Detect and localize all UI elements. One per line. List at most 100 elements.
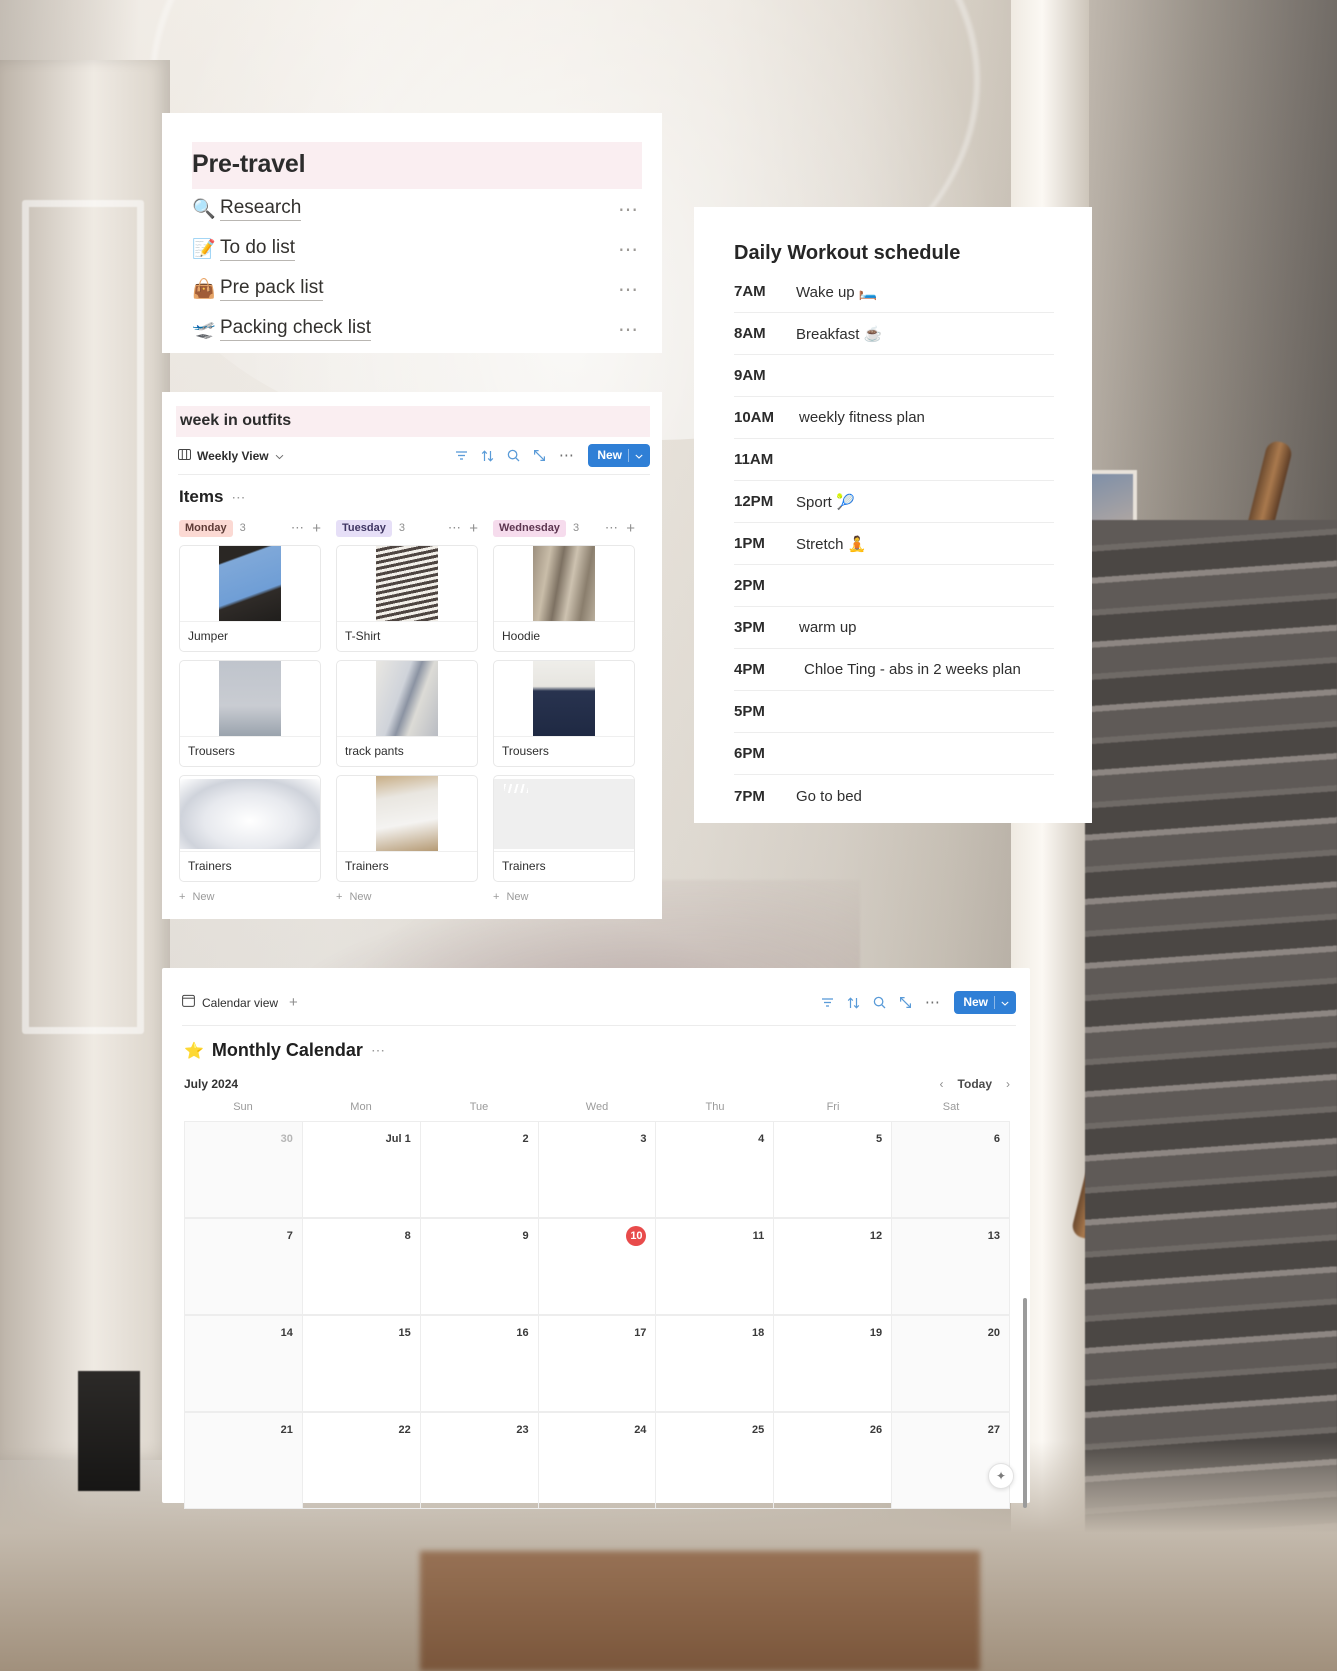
- outfit-card[interactable]: Trousers: [179, 660, 321, 767]
- outfits-title-band: week in outfits: [176, 406, 650, 437]
- row-more-icon[interactable]: ⋯: [618, 237, 640, 262]
- pre-travel-link[interactable]: To do list: [220, 237, 295, 261]
- outfit-card[interactable]: Trousers: [493, 660, 635, 767]
- column-add-icon[interactable]: +: [312, 521, 321, 536]
- row-more-icon[interactable]: ⋯: [618, 197, 640, 222]
- calendar-day-cell[interactable]: 19: [774, 1316, 893, 1412]
- today-button[interactable]: Today: [958, 1077, 992, 1091]
- outfit-card[interactable]: Trainers: [336, 775, 478, 882]
- day-number: 14: [280, 1327, 293, 1339]
- workout-task[interactable]: Stretch 🧘: [796, 535, 866, 553]
- items-group-more-icon[interactable]: ⋯: [231, 489, 247, 506]
- outfit-card[interactable]: track pants: [336, 660, 478, 767]
- calendar-day-cell[interactable]: 13: [892, 1219, 1011, 1315]
- sort-icon[interactable]: [481, 449, 494, 462]
- workout-task[interactable]: warm up: [799, 619, 857, 636]
- workout-task[interactable]: Breakfast ☕: [796, 325, 882, 343]
- calendar-day-cell[interactable]: 5: [774, 1122, 893, 1218]
- calendar-view-icon: [182, 994, 195, 1012]
- outfit-card[interactable]: Jumper: [179, 545, 321, 652]
- calendar-day-cell[interactable]: 24: [538, 1413, 657, 1509]
- new-button-chevron-down-icon[interactable]: [635, 448, 643, 462]
- chevron-down-icon[interactable]: [275, 447, 284, 465]
- expand-icon[interactable]: [533, 449, 546, 462]
- search-icon[interactable]: [873, 996, 886, 1009]
- calendar-day-cell[interactable]: 22: [302, 1413, 421, 1509]
- column-new-button[interactable]: + New: [179, 891, 321, 903]
- calendar-day-cell[interactable]: 25: [656, 1413, 775, 1509]
- ai-assist-button[interactable]: ✦: [988, 1463, 1014, 1489]
- day-chip[interactable]: Wednesday: [493, 519, 566, 537]
- calendar-day-cell[interactable]: 10: [538, 1219, 657, 1315]
- calendar-day-cell[interactable]: 17: [538, 1316, 657, 1412]
- workout-task[interactable]: Sport 🎾: [796, 493, 855, 511]
- calendar-day-cell[interactable]: 20: [892, 1316, 1011, 1412]
- calendar-day-cell[interactable]: 23: [420, 1413, 539, 1509]
- column-add-icon[interactable]: +: [626, 521, 635, 536]
- prev-month-button[interactable]: ‹: [940, 1077, 944, 1091]
- calendar-day-cell[interactable]: 18: [656, 1316, 775, 1412]
- day-chip[interactable]: Tuesday: [336, 519, 392, 537]
- scrollbar[interactable]: [1023, 1298, 1027, 1508]
- workout-task[interactable]: Wake up 🛏️: [796, 283, 877, 301]
- sort-icon[interactable]: [847, 996, 860, 1009]
- calendar-day-cell[interactable]: 6: [892, 1122, 1011, 1218]
- calendar-day-cell[interactable]: 15: [302, 1316, 421, 1412]
- column-new-button[interactable]: + New: [336, 891, 478, 903]
- new-button[interactable]: New: [954, 991, 1016, 1014]
- pre-travel-link[interactable]: Pre pack list: [220, 277, 324, 301]
- calendar-day-cell[interactable]: 14: [185, 1316, 303, 1412]
- calendar-day-cell[interactable]: 26: [774, 1413, 893, 1509]
- column-more-icon[interactable]: ⋯: [448, 520, 462, 536]
- pre-travel-link[interactable]: Packing check list: [220, 317, 372, 341]
- calendar-day-cell[interactable]: 27: [892, 1413, 1011, 1509]
- calendar-day-cell[interactable]: 12: [774, 1219, 893, 1315]
- calendar-day-cell[interactable]: 8: [302, 1219, 421, 1315]
- row-more-icon[interactable]: ⋯: [618, 277, 640, 302]
- items-group-title: Items: [179, 487, 224, 506]
- new-button[interactable]: New: [588, 444, 650, 467]
- calendar-day-cell[interactable]: 21: [185, 1413, 303, 1509]
- tab-weekly-view[interactable]: Weekly View: [178, 447, 284, 465]
- workout-task[interactable]: Chloe Ting - abs in 2 weeks plan: [804, 661, 1021, 678]
- calendar-day-cell[interactable]: 30: [185, 1122, 303, 1218]
- calendar-day-cell[interactable]: 3: [538, 1122, 657, 1218]
- day-number-today: 10: [626, 1226, 647, 1246]
- new-button-chevron-down-icon[interactable]: [1001, 995, 1009, 1009]
- search-icon[interactable]: [507, 449, 520, 462]
- next-month-button[interactable]: ›: [1006, 1077, 1010, 1091]
- day-number: 26: [869, 1424, 883, 1436]
- outfit-thumbnail: [337, 546, 477, 621]
- outfit-card[interactable]: T-Shirt: [336, 545, 478, 652]
- filter-icon[interactable]: [455, 450, 468, 461]
- day-of-week-wed: Wed: [585, 1101, 609, 1113]
- workout-task[interactable]: Go to bed: [796, 788, 862, 805]
- calendar-day-cell[interactable]: 7: [185, 1219, 303, 1315]
- filter-icon[interactable]: [821, 997, 834, 1008]
- add-view-button[interactable]: +: [289, 994, 298, 1011]
- column-more-icon[interactable]: ⋯: [605, 520, 619, 536]
- outfit-card[interactable]: Trainers: [493, 775, 635, 882]
- outfit-thumbnail: [337, 776, 477, 851]
- calendar-day-cell[interactable]: 16: [420, 1316, 539, 1412]
- calendar-day-cell[interactable]: 11: [656, 1219, 775, 1315]
- tab-calendar-view[interactable]: Calendar view +: [182, 994, 298, 1012]
- outfit-card[interactable]: Hoodie: [493, 545, 635, 652]
- workout-task[interactable]: weekly fitness plan: [799, 409, 925, 426]
- calendar-day-cell[interactable]: 9: [420, 1219, 539, 1315]
- calendar-day-cell[interactable]: 2: [420, 1122, 539, 1218]
- calendar-day-cell[interactable]: Jul 1: [302, 1122, 421, 1218]
- more-icon[interactable]: ⋯: [559, 448, 576, 463]
- pre-travel-link[interactable]: Research: [220, 197, 302, 221]
- column-more-icon[interactable]: ⋯: [291, 520, 305, 536]
- row-more-icon[interactable]: ⋯: [618, 317, 640, 342]
- outfit-card[interactable]: Trainers: [179, 775, 321, 882]
- calendar-day-cell[interactable]: 4: [656, 1122, 775, 1218]
- column-new-button[interactable]: + New: [493, 891, 635, 903]
- day-chip[interactable]: Monday: [179, 519, 233, 537]
- workout-row: 5PM: [734, 691, 1054, 733]
- expand-icon[interactable]: [899, 996, 912, 1009]
- more-icon[interactable]: ⋯: [925, 995, 942, 1010]
- column-add-icon[interactable]: +: [469, 521, 478, 536]
- calendar-title-more-icon[interactable]: ⋯: [371, 1042, 386, 1059]
